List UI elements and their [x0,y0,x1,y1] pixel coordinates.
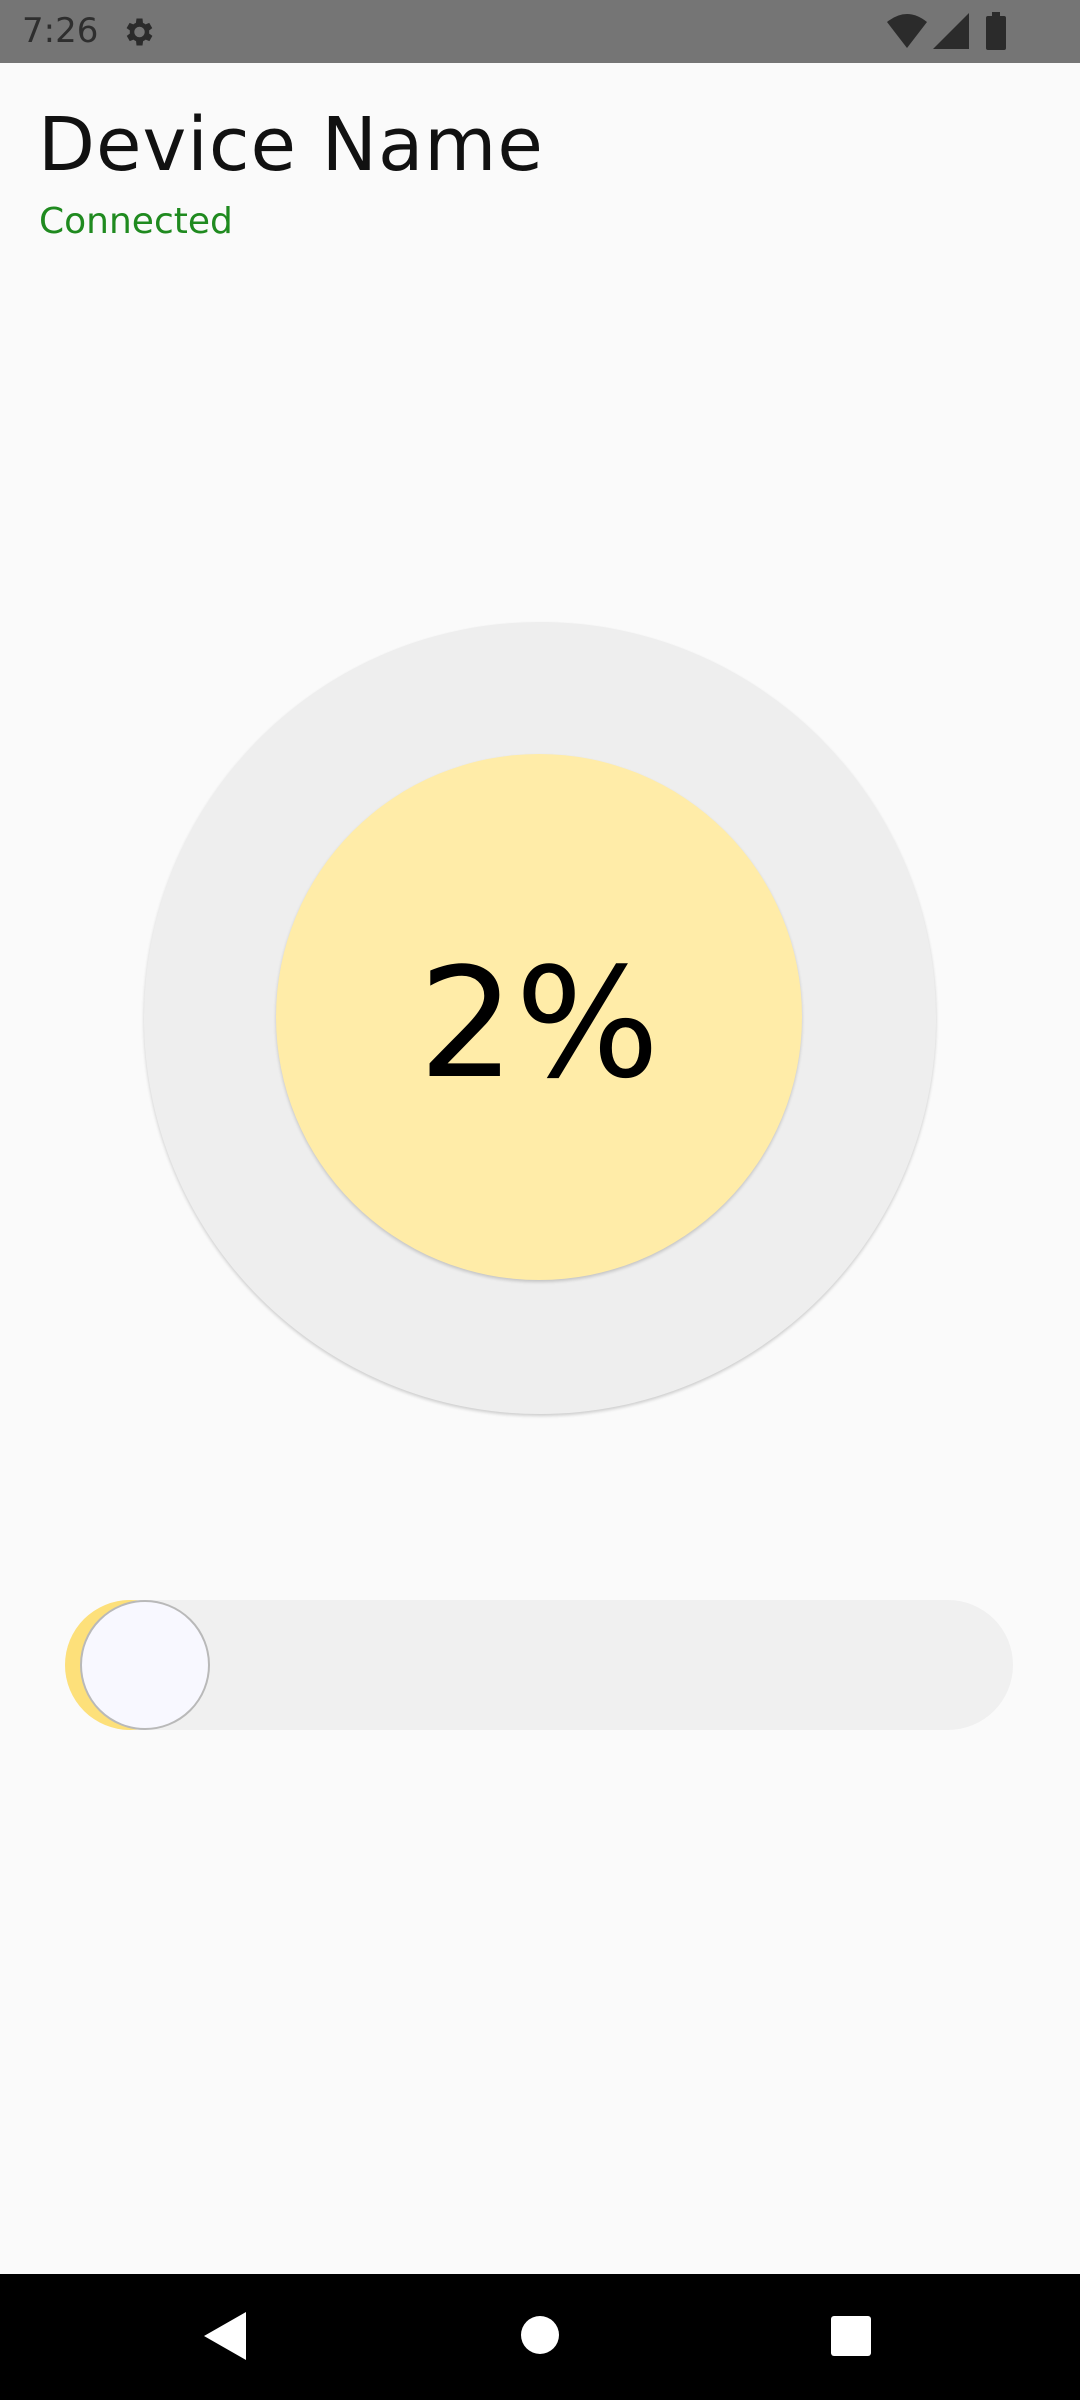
connection-status: Connected [39,201,233,242]
gear-icon [126,18,153,46]
battery-icon [986,12,1006,50]
cell-signal-icon [933,13,969,49]
brightness-slider-thumb[interactable] [80,1600,210,1730]
brightness-value: 2% [418,934,660,1112]
back-icon[interactable] [204,2312,246,2360]
device-name-title: Device Name [38,102,544,188]
recents-icon[interactable] [831,2316,871,2356]
home-icon[interactable] [521,2316,559,2354]
brightness-dial-center[interactable]: 2% [276,754,802,1280]
status-bar: 7:26 [0,0,1080,63]
status-time: 7:26 [22,11,99,51]
wifi-icon [887,14,927,48]
